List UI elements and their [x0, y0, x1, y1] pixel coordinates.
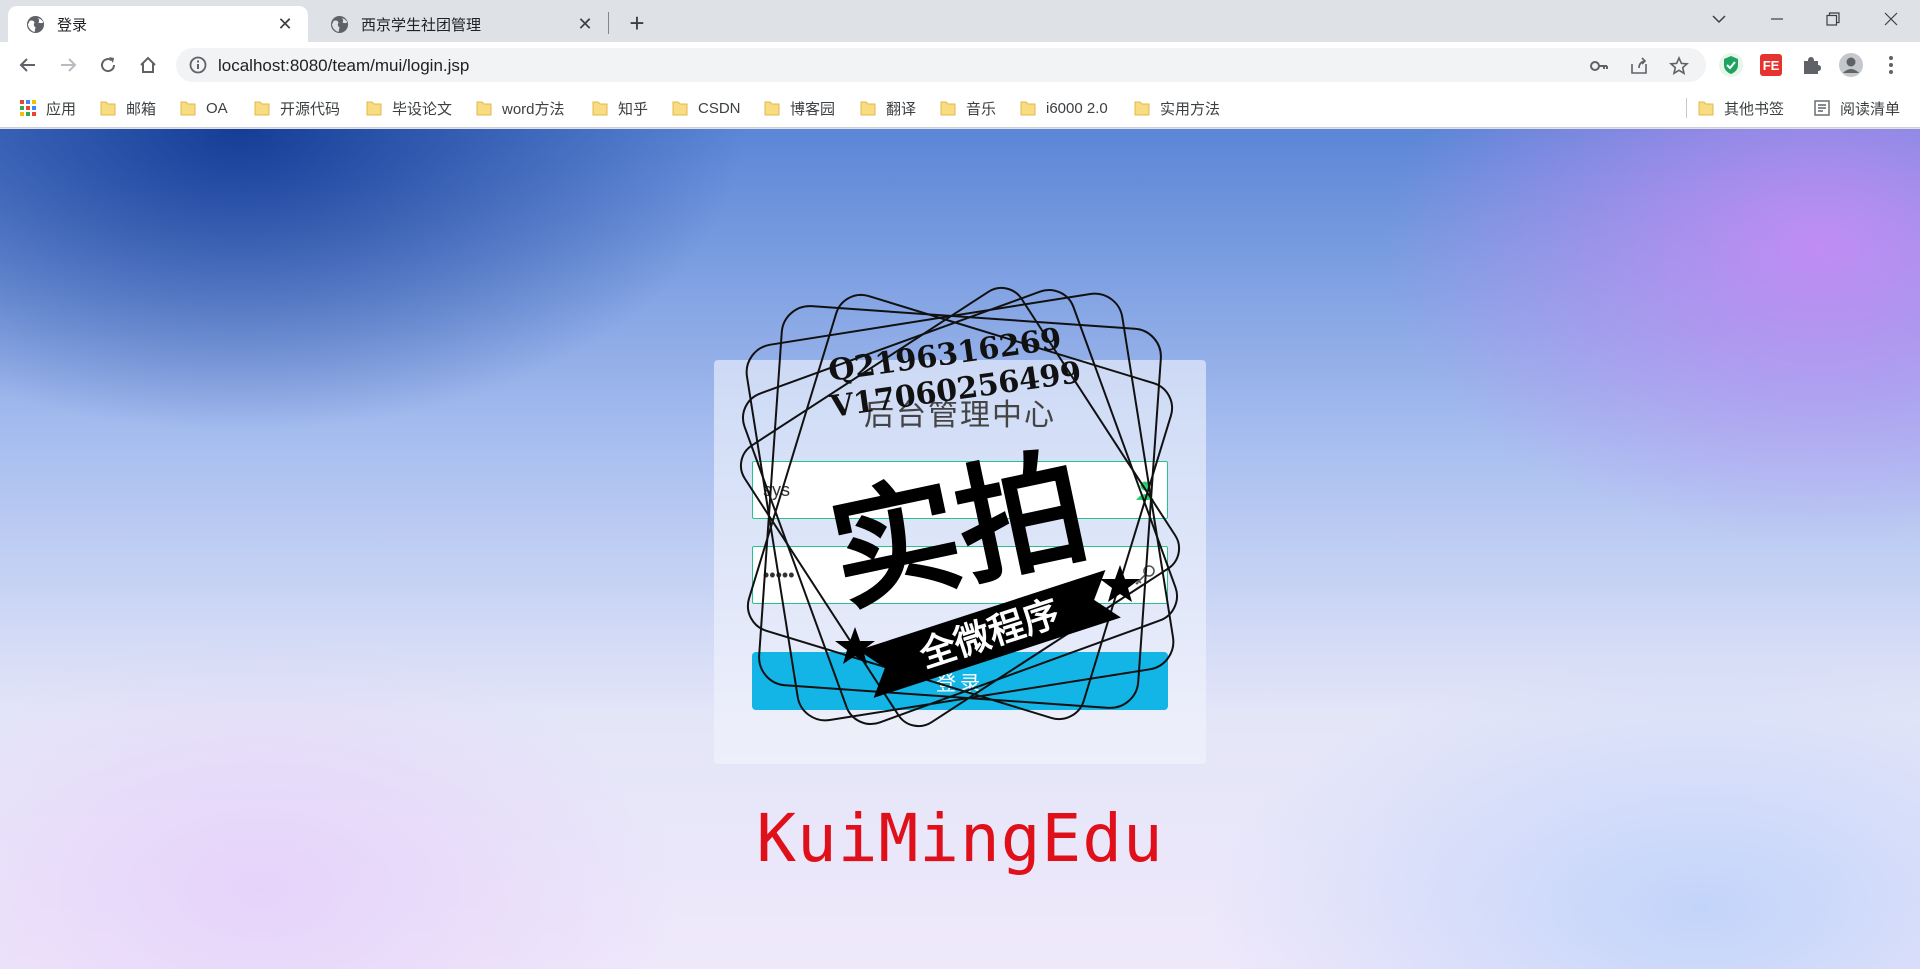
menu-icon[interactable]	[1878, 52, 1904, 78]
page-title: 后台管理中心	[864, 399, 1056, 432]
fe-extension-icon[interactable]: FE	[1758, 52, 1784, 78]
folder-icon	[1134, 101, 1150, 116]
minimize-icon	[1771, 18, 1783, 20]
password-field[interactable]	[752, 546, 1168, 604]
arrow-left-icon	[19, 58, 35, 72]
tab-login[interactable]: 登录 ✕	[8, 6, 308, 42]
key-icon[interactable]	[1588, 55, 1610, 77]
bookmark-label: 实用方法	[1160, 100, 1221, 118]
bookmark-folder[interactable]: 毕设论文	[366, 96, 452, 120]
tab-strip: 登录 ✕ 西京学生社团管理 ✕ +	[0, 0, 1920, 42]
password-input[interactable]	[763, 559, 1123, 591]
reading-list[interactable]: 阅读清单	[1814, 96, 1900, 120]
brand-text: KuiMingEdu	[756, 800, 1164, 877]
puzzle-icon[interactable]	[1798, 52, 1824, 78]
bookmark-label: 其他书签	[1724, 100, 1785, 118]
bookmark-folder[interactable]: 邮箱	[100, 96, 156, 120]
browser-toolbar: localhost:8080/team/mui/login.jsp FE	[0, 42, 1920, 88]
bookmark-label: 博客园	[790, 100, 836, 118]
bookmark-label: word方法	[502, 100, 565, 118]
bookmarks-divider	[1686, 98, 1687, 118]
folder-icon	[672, 101, 688, 116]
home-icon	[140, 56, 156, 73]
bookmarks-bar: 应用 邮箱 OA 开源代码 毕设论文 word方法 知乎 CSDN 博客园 翻译…	[0, 88, 1920, 128]
user-icon	[1136, 481, 1154, 500]
key-icon	[1135, 565, 1155, 585]
bookmark-apps[interactable]: 应用	[20, 96, 76, 120]
bookmark-folder[interactable]: 开源代码	[254, 96, 340, 120]
bookmark-label: 开源代码	[280, 100, 341, 118]
svg-text:FE: FE	[1763, 58, 1780, 73]
tab-search-button[interactable]	[1692, 0, 1746, 38]
bookmark-label: 应用	[46, 100, 77, 118]
bookmark-label: 音乐	[966, 100, 997, 118]
close-icon	[1884, 12, 1898, 26]
close-tab-icon[interactable]: ✕	[274, 13, 296, 35]
bookmark-label: CSDN	[698, 99, 741, 117]
globe-icon	[330, 15, 349, 33]
bookmark-label: 翻译	[886, 100, 917, 118]
folder-icon	[1698, 101, 1714, 116]
url-text[interactable]: localhost:8080/team/mui/login.jsp	[218, 56, 469, 76]
restore-button[interactable]	[1806, 0, 1860, 38]
folder-icon	[254, 101, 270, 116]
bookmark-label: OA	[206, 99, 228, 117]
bookmark-label: 毕设论文	[392, 100, 453, 118]
bookmark-folder[interactable]: word方法	[476, 96, 565, 120]
address-bar[interactable]: localhost:8080/team/mui/login.jsp	[176, 48, 1706, 82]
bookmark-folder[interactable]: OA	[180, 96, 228, 120]
tab-title: 西京学生社团管理	[361, 16, 482, 34]
bookmark-label: 知乎	[618, 100, 649, 118]
folder-icon	[592, 101, 608, 116]
bookmark-folder[interactable]: CSDN	[672, 96, 741, 120]
home-button[interactable]	[132, 49, 164, 81]
bookmark-label: 邮箱	[126, 100, 157, 118]
avatar[interactable]	[1838, 52, 1864, 78]
folder-icon	[180, 101, 196, 116]
reading-list-icon	[1814, 100, 1830, 116]
reload-button[interactable]	[92, 49, 124, 81]
arrow-right-icon	[61, 58, 77, 72]
login-card: 后台管理中心 登录	[714, 360, 1206, 764]
close-tab-icon[interactable]: ✕	[574, 13, 596, 35]
folder-icon	[476, 101, 492, 116]
apps-grid-icon	[20, 100, 36, 116]
folder-icon	[366, 101, 382, 116]
restore-icon	[1826, 12, 1840, 26]
reload-icon	[101, 57, 116, 73]
new-tab-button[interactable]: +	[622, 8, 652, 38]
login-page: 后台管理中心 登录 Q2196316269 V17060256499 实拍 全微…	[0, 129, 1920, 969]
tab-club-management[interactable]: 西京学生社团管理 ✕	[312, 6, 608, 42]
login-button[interactable]: 登录	[752, 652, 1168, 710]
tab-title: 登录	[57, 16, 88, 34]
tab-divider	[608, 12, 609, 34]
close-window-button[interactable]	[1864, 0, 1918, 38]
bookmark-folder[interactable]: 知乎	[592, 96, 648, 120]
bookmark-folder[interactable]: 实用方法	[1134, 96, 1220, 120]
back-button[interactable]	[12, 49, 44, 81]
bookmark-label: 阅读清单	[1840, 100, 1901, 118]
bookmark-folder[interactable]: i6000 2.0	[1020, 96, 1108, 120]
folder-icon	[860, 101, 876, 116]
forward-button[interactable]	[52, 49, 84, 81]
info-icon[interactable]	[188, 55, 208, 75]
folder-icon	[1020, 101, 1036, 116]
bookmark-folder[interactable]: 音乐	[940, 96, 996, 120]
globe-icon	[26, 15, 45, 33]
share-icon[interactable]	[1628, 55, 1650, 77]
bookmark-folder[interactable]: 博客园	[764, 96, 835, 120]
bookmark-label: i6000 2.0	[1046, 99, 1108, 117]
star-icon[interactable]	[1668, 55, 1690, 77]
bookmark-folder[interactable]: 翻译	[860, 96, 916, 120]
folder-icon	[940, 101, 956, 116]
minimize-button[interactable]	[1750, 0, 1804, 38]
username-field[interactable]	[752, 461, 1168, 519]
username-input[interactable]	[763, 474, 1123, 506]
chevron-down-icon	[1712, 15, 1726, 24]
folder-icon	[764, 101, 780, 116]
other-bookmarks[interactable]: 其他书签	[1698, 96, 1784, 120]
folder-icon	[100, 101, 116, 116]
shield-extension-icon[interactable]	[1718, 52, 1744, 78]
